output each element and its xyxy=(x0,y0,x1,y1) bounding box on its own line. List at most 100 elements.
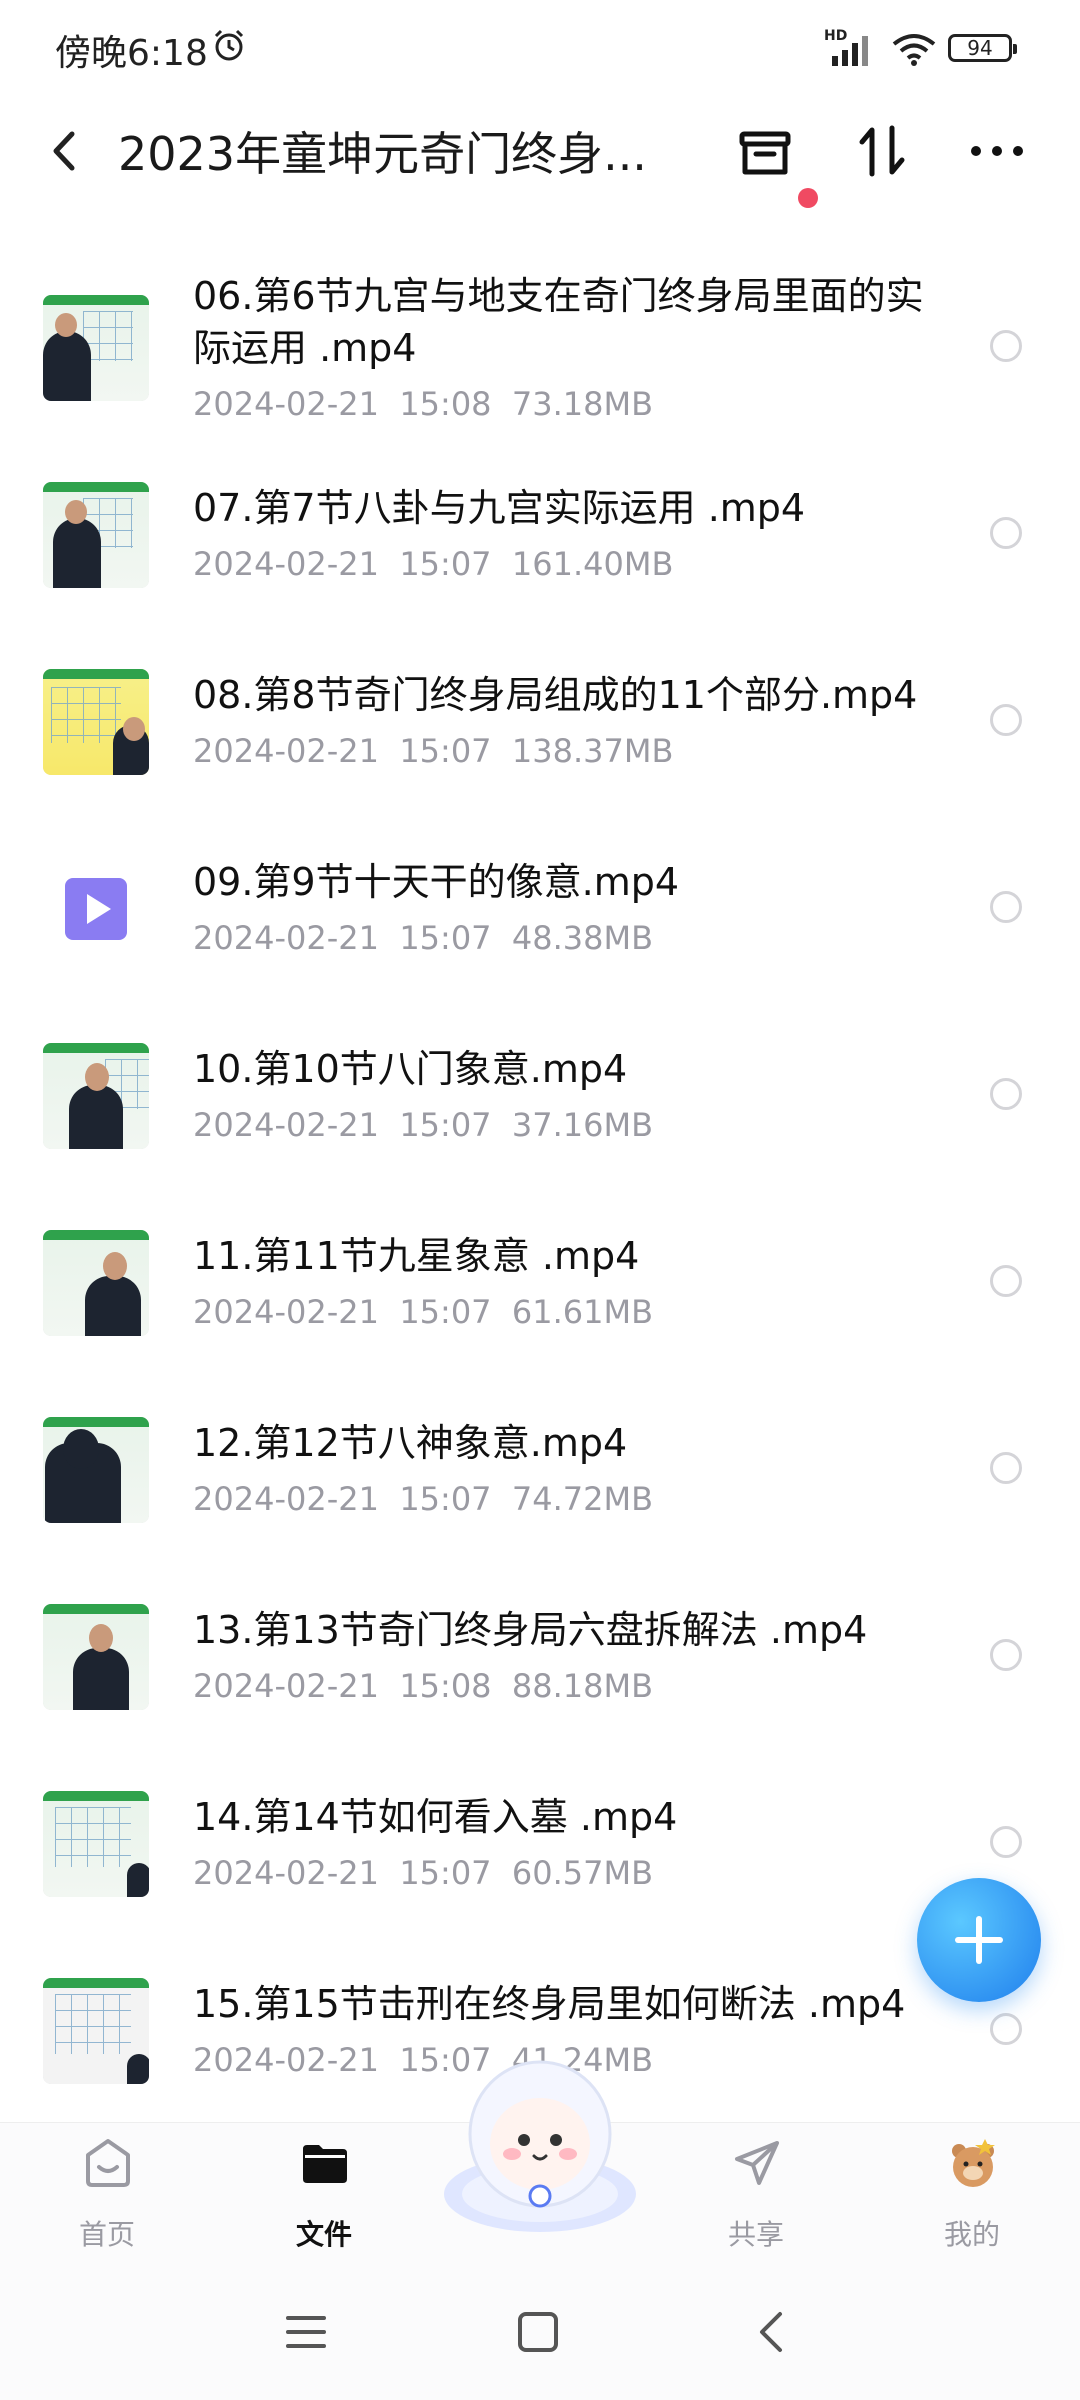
file-row[interactable]: 06.第6节九宫与地支在奇门终身局里面的实际运用 .mp4 2024-02-21… xyxy=(0,250,1080,437)
nav-home[interactable]: 首页 xyxy=(32,2123,182,2263)
back-arrow-icon xyxy=(53,131,75,171)
select-checkbox[interactable] xyxy=(990,1265,1022,1297)
file-time: 15:07 xyxy=(399,919,492,957)
file-date: 2024-02-21 xyxy=(193,1293,379,1331)
paper-plane-icon xyxy=(735,2141,779,2185)
menu-icon xyxy=(286,2316,326,2348)
nav-files-label: 文件 xyxy=(295,2218,352,2251)
select-checkbox[interactable] xyxy=(990,517,1022,549)
assistant-mascot-button[interactable] xyxy=(440,2044,640,2234)
folder-icon xyxy=(303,2145,347,2183)
select-checkbox[interactable] xyxy=(990,1078,1022,1110)
back-button[interactable] xyxy=(40,116,100,186)
nav-files[interactable]: 文件 xyxy=(249,2123,399,2263)
file-date: 2024-02-21 xyxy=(193,1480,379,1518)
file-size: 161.40MB xyxy=(511,545,674,583)
file-size: 73.18MB xyxy=(511,385,654,423)
file-row[interactable]: 11.第11节九星象意 .mp4 2024-02-21 15:07 61.61M… xyxy=(0,1185,1080,1372)
file-row[interactable]: 09.第9节十天干的像意.mp4 2024-02-21 15:07 48.38M… xyxy=(0,811,1080,998)
file-name: 14.第14节如何看入墓 .mp4 xyxy=(193,1795,678,1839)
file-size: 61.61MB xyxy=(511,1293,654,1331)
file-time: 15:07 xyxy=(399,545,492,583)
top-app-bar: 2023年童坤元奇门终身... xyxy=(0,96,1080,208)
file-name: 13.第13节奇门终身局六盘拆解法 .mp4 xyxy=(193,1608,868,1652)
file-meta: 2024-02-21 15:08 88.18MB xyxy=(193,1667,653,1705)
file-date: 2024-02-21 xyxy=(193,1854,379,1892)
bear-avatar-icon xyxy=(952,2139,995,2187)
screen: 傍晚6:18 HD 94 2023年童坤元奇门终身... 06.第6节九宫与地支… xyxy=(0,0,1080,2400)
file-meta: 2024-02-21 15:07 138.37MB xyxy=(193,732,673,770)
file-date: 2024-02-21 xyxy=(193,919,379,957)
file-row[interactable]: 08.第8节奇门终身局组成的11个部分.mp4 2024-02-21 15:07… xyxy=(0,624,1080,811)
video-thumbnail xyxy=(43,1230,149,1336)
status-time: 傍晚6:18 xyxy=(55,33,208,74)
back-chevron-icon xyxy=(760,2312,782,2352)
recycle-bin-icon xyxy=(739,131,791,175)
file-meta: 2024-02-21 15:07 60.57MB xyxy=(193,1854,653,1892)
nav-mine-label: 我的 xyxy=(943,2218,1000,2251)
status-bar: 傍晚6:18 HD 94 xyxy=(0,0,1080,96)
file-name: 09.第9节十天干的像意.mp4 xyxy=(193,860,680,904)
file-row[interactable]: 07.第7节八卦与九宫实际运用 .mp4 2024-02-21 15:07 16… xyxy=(0,437,1080,624)
file-time: 15:07 xyxy=(399,732,492,770)
file-meta: 2024-02-21 15:07 48.38MB xyxy=(193,919,653,957)
file-size: 37.16MB xyxy=(511,1106,654,1144)
file-date: 2024-02-21 xyxy=(193,2041,379,2079)
file-name: 06.第6节九宫与地支在奇门终身局里面的实际运用 .mp4 xyxy=(193,274,924,370)
select-checkbox[interactable] xyxy=(990,330,1022,362)
nav-home-label: 首页 xyxy=(78,2218,135,2251)
file-time: 15:07 xyxy=(399,1106,492,1144)
system-home-button[interactable] xyxy=(508,2302,568,2362)
system-menu-button[interactable] xyxy=(276,2302,336,2362)
file-time: 15:08 xyxy=(399,1667,492,1705)
file-row[interactable]: 12.第12节八神象意.mp4 2024-02-21 15:07 74.72MB xyxy=(0,1372,1080,1559)
file-row[interactable]: 14.第14节如何看入墓 .mp4 2024-02-21 15:07 60.57… xyxy=(0,1746,1080,1933)
video-thumbnail xyxy=(43,1791,149,1897)
file-time: 15:08 xyxy=(399,385,492,423)
battery-indicator: 94 xyxy=(948,34,1017,62)
system-back-button[interactable] xyxy=(744,2302,804,2362)
file-name: 11.第11节九星象意 .mp4 xyxy=(193,1234,640,1278)
select-checkbox[interactable] xyxy=(990,891,1022,923)
home-square-icon xyxy=(518,2312,558,2352)
notification-dot xyxy=(798,188,818,208)
video-thumbnail xyxy=(43,1978,149,2084)
file-size: 74.72MB xyxy=(511,1480,654,1518)
video-thumbnail xyxy=(43,1417,149,1523)
nav-share-label: 共享 xyxy=(727,2218,784,2251)
file-meta: 2024-02-21 15:07 161.40MB xyxy=(193,545,673,583)
add-button[interactable] xyxy=(917,1878,1041,2002)
file-row[interactable]: 13.第13节奇门终身局六盘拆解法 .mp4 2024-02-21 15:08 … xyxy=(0,1559,1080,1746)
sort-icon xyxy=(859,125,905,177)
select-checkbox[interactable] xyxy=(990,704,1022,736)
select-checkbox[interactable] xyxy=(990,1639,1022,1671)
video-file-icon xyxy=(43,856,149,962)
recycle-bin-button[interactable] xyxy=(730,116,800,186)
nav-mine[interactable]: 我的 xyxy=(897,2123,1047,2263)
file-meta: 2024-02-21 15:08 73.18MB xyxy=(193,385,653,423)
nav-share[interactable]: 共享 xyxy=(681,2123,831,2263)
file-size: 60.57MB xyxy=(511,1854,654,1892)
file-name: 12.第12节八神象意.mp4 xyxy=(193,1421,628,1465)
mascot-icon xyxy=(444,2060,636,2232)
file-time: 15:07 xyxy=(399,1854,492,1892)
file-date: 2024-02-21 xyxy=(193,1667,379,1705)
video-thumbnail xyxy=(43,482,149,588)
select-checkbox[interactable] xyxy=(990,2013,1022,2045)
video-thumbnail xyxy=(43,1604,149,1710)
file-name: 15.第15节击刑在终身局里如何断法 .mp4 xyxy=(193,1982,906,2026)
video-thumbnail xyxy=(43,669,149,775)
file-time: 15:07 xyxy=(399,1480,492,1518)
file-date: 2024-02-21 xyxy=(193,732,379,770)
file-row[interactable]: 10.第10节八门象意.mp4 2024-02-21 15:07 37.16MB xyxy=(0,998,1080,1185)
file-date: 2024-02-21 xyxy=(193,545,379,583)
sort-button[interactable] xyxy=(848,116,918,186)
select-checkbox[interactable] xyxy=(990,1452,1022,1484)
system-nav-bar xyxy=(0,2262,1080,2400)
file-size: 88.18MB xyxy=(511,1667,654,1705)
file-date: 2024-02-21 xyxy=(193,1106,379,1144)
more-icon xyxy=(971,146,1023,156)
folder-title: 2023年童坤元奇门终身... xyxy=(118,127,647,181)
more-options-button[interactable] xyxy=(962,116,1032,186)
select-checkbox[interactable] xyxy=(990,1826,1022,1858)
